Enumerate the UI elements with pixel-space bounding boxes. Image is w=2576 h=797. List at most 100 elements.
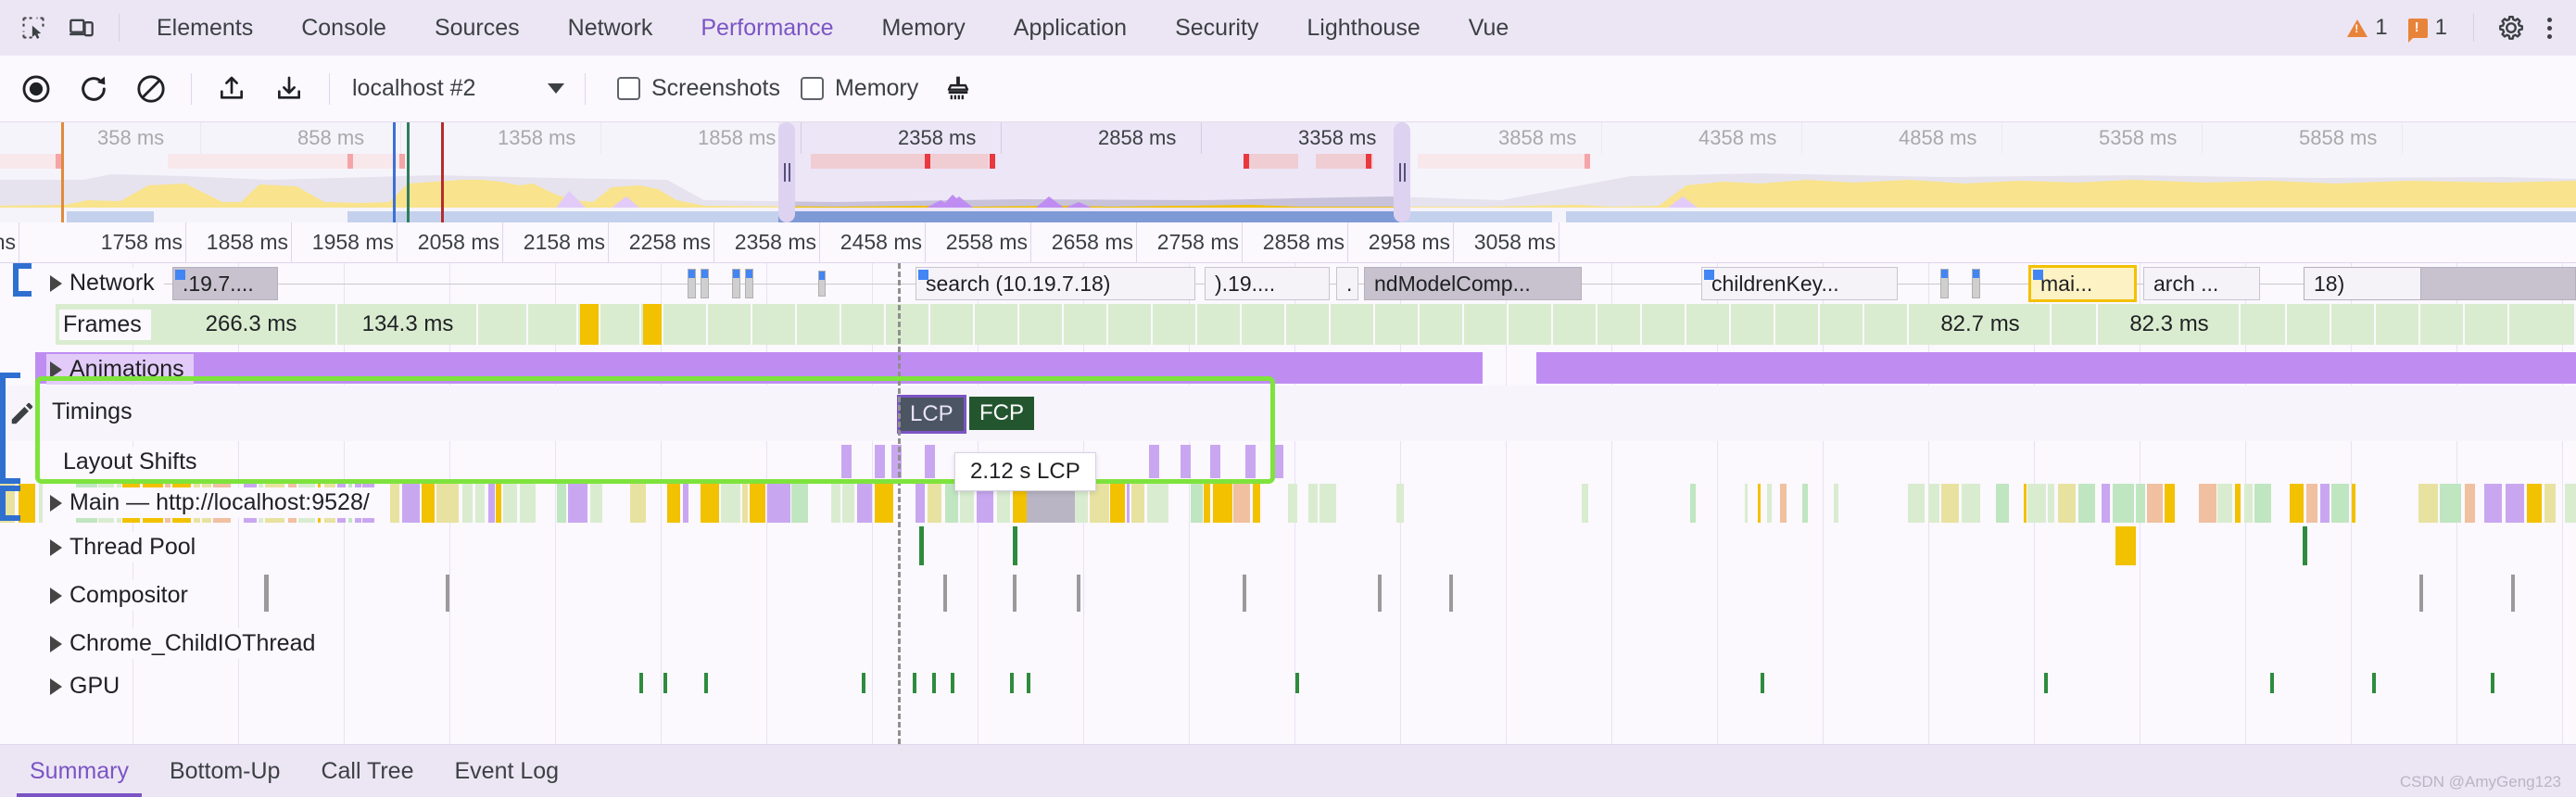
tab-bottom-up[interactable]: Bottom-Up <box>149 745 300 797</box>
track-compositor[interactable]: Compositor <box>0 573 2576 621</box>
frame-cell[interactable] <box>1777 304 1820 345</box>
main-thread-event[interactable] <box>2465 484 2476 523</box>
main-thread-event[interactable] <box>830 484 840 523</box>
main-thread-event[interactable] <box>1834 484 1838 523</box>
frame-cell[interactable] <box>1466 304 1509 345</box>
main-thread-event[interactable] <box>38 484 44 523</box>
frame-cell[interactable]: 82.3 ms <box>2100 304 2241 345</box>
main-thread-event[interactable] <box>2440 484 2462 523</box>
main-thread-event[interactable] <box>841 484 854 523</box>
main-thread-event[interactable] <box>630 484 647 523</box>
frame-cell[interactable] <box>1244 304 1286 345</box>
tab-vue[interactable]: Vue <box>1445 0 1534 56</box>
tab-memory[interactable]: Memory <box>857 0 989 56</box>
main-thread-event[interactable] <box>700 484 719 523</box>
track-thread-pool-title[interactable]: Thread Pool <box>46 532 206 563</box>
track-chrome-childio[interactable]: Chrome_ChildIOThread <box>0 621 2576 669</box>
main-thread-event[interactable] <box>750 484 766 523</box>
main-thread-event[interactable] <box>2216 484 2233 523</box>
main-thread-event[interactable] <box>1319 484 1336 523</box>
tab-summary[interactable]: Summary <box>9 745 149 797</box>
tab-lighthouse[interactable]: Lighthouse <box>1282 0 1444 56</box>
main-thread-event[interactable] <box>2198 484 2216 523</box>
network-request-chip[interactable]: . <box>1336 267 1358 300</box>
frame-cell[interactable] <box>843 304 886 345</box>
tab-security[interactable]: Security <box>1151 0 1282 56</box>
frame-cell[interactable] <box>1199 304 1242 345</box>
main-thread-event[interactable] <box>2101 484 2110 523</box>
expand-triangle-icon[interactable] <box>50 274 62 292</box>
main-thread-event[interactable] <box>1307 484 1318 523</box>
main-thread-event[interactable] <box>1744 484 1749 523</box>
main-thread-event[interactable] <box>2023 484 2027 523</box>
network-request-bar[interactable] <box>1940 269 1949 298</box>
marker-badge-lcp[interactable]: LCP <box>897 395 966 434</box>
network-request-bar[interactable] <box>1972 269 1980 298</box>
tab-performance[interactable]: Performance <box>676 0 857 56</box>
frame-cell[interactable] <box>1688 304 1731 345</box>
main-thread-event[interactable] <box>2048 484 2055 523</box>
track-frames[interactable]: Frames 266.3 ms 134.3 ms 82.7 ms 82.3 ms <box>0 304 2576 347</box>
main-thread-event[interactable] <box>2254 484 2272 523</box>
expand-triangle-icon[interactable] <box>50 538 62 556</box>
main-thread-event[interactable] <box>1757 484 1762 523</box>
track-main[interactable]: Main — http://localhost:9528/ <box>0 484 2576 525</box>
memory-checkbox[interactable]: Memory <box>800 75 918 102</box>
track-main-title[interactable]: Main — http://localhost:9528/ <box>46 487 379 518</box>
expand-triangle-icon[interactable] <box>50 677 62 695</box>
gear-icon[interactable] <box>2493 9 2530 46</box>
main-thread-event[interactable] <box>1110 484 1125 523</box>
tab-sources[interactable]: Sources <box>410 0 544 56</box>
main-thread-event[interactable] <box>2526 484 2542 523</box>
frame-cell[interactable]: 82.7 ms <box>1911 304 2052 345</box>
network-request-chip-truncated[interactable] <box>2420 267 2576 300</box>
frame-cell[interactable]: 134.3 ms <box>339 304 478 345</box>
frame-cell[interactable] <box>665 304 708 345</box>
main-thread-event[interactable] <box>1779 484 1787 523</box>
main-thread-event[interactable] <box>519 484 536 523</box>
main-thread-event[interactable] <box>2351 484 2356 523</box>
frame-cell[interactable] <box>1110 304 1153 345</box>
save-profile-icon[interactable] <box>266 66 312 112</box>
error-counter[interactable]: 1 <box>2401 15 2455 43</box>
main-thread-event[interactable] <box>1287 484 1297 523</box>
marker-badge-fcp[interactable]: FCP <box>969 397 1034 430</box>
frame-cell[interactable] <box>530 304 578 345</box>
load-profile-icon[interactable] <box>208 66 255 112</box>
session-dropdown[interactable]: localhost #2 <box>347 65 574 113</box>
main-thread-event[interactable] <box>1233 484 1251 523</box>
network-request-chip[interactable]: ).19.... <box>1205 267 1330 300</box>
main-thread-event[interactable] <box>1940 484 1960 523</box>
track-compositor-title[interactable]: Compositor <box>46 580 197 611</box>
expand-triangle-icon[interactable] <box>50 494 62 512</box>
track-network[interactable]: Network .19.7.... search (10.19.7.18) ).… <box>0 263 2576 304</box>
frame-cell[interactable] <box>1866 304 1909 345</box>
main-thread-event[interactable] <box>2057 484 2076 523</box>
main-thread-event[interactable] <box>487 484 495 523</box>
main-thread-event[interactable] <box>1147 484 1169 523</box>
frame-cell[interactable] <box>480 304 528 345</box>
network-request-bar[interactable] <box>818 271 826 297</box>
expand-triangle-icon[interactable] <box>50 587 62 604</box>
track-animations[interactable]: Animations <box>0 352 2576 386</box>
main-thread-event[interactable] <box>2306 484 2318 523</box>
frame-cell[interactable] <box>977 304 1019 345</box>
frame-cell[interactable] <box>2422 304 2465 345</box>
main-thread-event[interactable] <box>421 484 435 523</box>
main-thread-event[interactable] <box>461 484 474 523</box>
network-request-chip[interactable]: arch ... <box>2143 267 2260 300</box>
track-animations-title[interactable]: Animations <box>46 354 194 385</box>
frame-cell[interactable] <box>602 304 641 345</box>
frame-cell[interactable] <box>1421 304 1464 345</box>
frame-cell[interactable] <box>2055 304 2098 345</box>
main-thread-event[interactable] <box>2544 484 2557 523</box>
frame-cell[interactable] <box>2378 304 2420 345</box>
frame-cell-slow[interactable] <box>643 304 663 345</box>
frame-cell[interactable] <box>1599 304 1642 345</box>
main-thread-event[interactable] <box>2506 484 2525 523</box>
frame-cell[interactable] <box>1510 304 1553 345</box>
main-thread-event[interactable] <box>766 484 790 523</box>
inspect-element-icon[interactable] <box>13 7 54 48</box>
main-thread-event[interactable] <box>589 484 603 523</box>
track-gpu[interactable]: GPU <box>0 669 2576 712</box>
